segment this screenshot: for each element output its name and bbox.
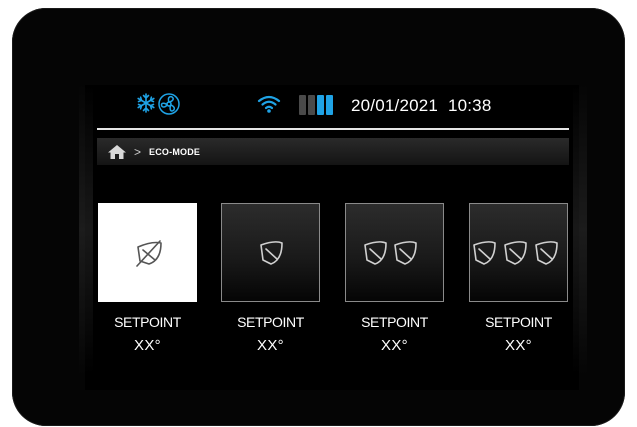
setpoint-label: SETPOINT: [361, 314, 428, 330]
setpoint-value: XX°: [134, 337, 161, 354]
breadcrumb-current: ECO-MODE: [149, 146, 201, 157]
wifi-icon: [257, 95, 281, 113]
leaf-2-icon: [363, 240, 417, 265]
setpoint-label: SETPOINT: [485, 314, 552, 330]
home-icon[interactable]: [107, 143, 127, 161]
fan-icon: [158, 93, 180, 115]
leaf-1-icon: [259, 240, 283, 265]
leaf-3-icon: [472, 240, 558, 265]
eco-mode-option-2[interactable]: SETPOINT XX°: [345, 203, 444, 354]
mode-tile[interactable]: [345, 203, 444, 302]
battery-icon: [299, 95, 333, 115]
mode-tile[interactable]: [221, 203, 320, 302]
date-text: 20/01/2021: [351, 96, 439, 115]
thermostat-device: 20/01/2021 10:38 > ECO-MODE SETPOINT XX°…: [12, 8, 625, 426]
battery-segment: [317, 95, 324, 115]
setpoint-label: SETPOINT: [114, 314, 181, 330]
setpoint-value: XX°: [381, 337, 408, 354]
setpoint-value: XX°: [505, 337, 532, 354]
breadcrumb-separator: >: [134, 144, 142, 159]
snowflake-icon: [137, 93, 155, 113]
breadcrumb: > ECO-MODE: [97, 138, 569, 165]
display-screen: 20/01/2021 10:38 > ECO-MODE SETPOINT XX°…: [79, 85, 587, 390]
battery-segment: [308, 95, 315, 115]
date-time: 20/01/2021 10:38: [351, 96, 492, 116]
mode-tile[interactable]: [469, 203, 568, 302]
header-divider: [97, 128, 569, 130]
time-text: 10:38: [447, 96, 492, 115]
setpoint-value: XX°: [257, 337, 284, 354]
setpoint-label: SETPOINT: [237, 314, 304, 330]
battery-segment: [299, 95, 306, 115]
eco-off-icon: [135, 239, 162, 267]
eco-mode-option-3[interactable]: SETPOINT XX°: [469, 203, 568, 354]
status-bar: 20/01/2021 10:38: [85, 85, 579, 129]
battery-segment: [326, 95, 333, 115]
mode-tile[interactable]: [98, 203, 197, 302]
eco-mode-option-off[interactable]: SETPOINT XX°: [98, 203, 197, 354]
eco-mode-option-1[interactable]: SETPOINT XX°: [221, 203, 320, 354]
